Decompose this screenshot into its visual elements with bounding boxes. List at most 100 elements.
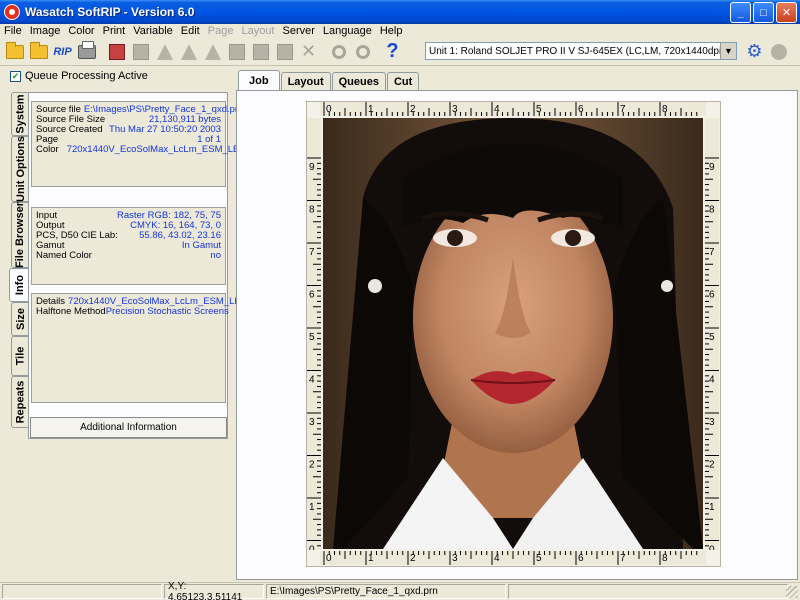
ruler-label: 0	[326, 553, 332, 564]
portrait-image	[323, 118, 703, 549]
rip-button[interactable]: RIP	[51, 40, 74, 63]
maximize-button[interactable]: □	[753, 2, 774, 23]
tab-repeats[interactable]: Repeats	[11, 376, 29, 428]
left-ruler: 9 8 7 6 5 4 3 2 1 0	[307, 118, 321, 550]
halftone-value: Precision Stochastic Screens	[105, 306, 229, 317]
menu-variable[interactable]: Variable	[133, 25, 173, 37]
tab-info[interactable]: Info	[9, 268, 30, 302]
gears-icon: ⚙	[746, 41, 763, 61]
ruler-label: 4	[309, 375, 315, 386]
print-button[interactable]	[75, 40, 98, 63]
delete-x-icon: ✕	[300, 41, 317, 61]
copy-button[interactable]	[273, 40, 296, 63]
open-folder-button[interactable]	[27, 40, 50, 63]
grid-icon	[108, 43, 125, 60]
tab-tile[interactable]: Tile	[11, 336, 29, 376]
rotate-left-button[interactable]	[153, 40, 176, 63]
unit-settings-button[interactable]: ⚙	[743, 40, 766, 63]
menu-page[interactable]: Page	[208, 25, 234, 37]
ruler-label: 1	[709, 502, 715, 513]
stop-button[interactable]	[767, 40, 790, 63]
queue-checkbox[interactable]: ✔	[10, 70, 21, 82]
delete-button[interactable]: ✕	[297, 40, 320, 63]
ruler-label: 7	[620, 553, 626, 564]
mirror-icon	[204, 43, 221, 60]
menu-layout[interactable]: Layout	[241, 25, 274, 37]
stop-icon	[770, 43, 787, 60]
window-title: Wasatch SoftRIP - Version 6.0	[25, 5, 195, 19]
help-button[interactable]: ?	[381, 40, 404, 63]
help-question-icon: ?	[386, 40, 399, 62]
ruler-label: 6	[578, 104, 584, 115]
tab-queues[interactable]: Queues	[331, 72, 386, 91]
ruler-label: 6	[309, 290, 315, 301]
queue-processing-toggle[interactable]: ✔ Queue Processing Active	[10, 70, 148, 82]
bottom-ruler: 0 1 2 3 4 5 6 7 8	[320, 551, 706, 565]
app-logo-icon[interactable]	[4, 4, 20, 20]
menu-print[interactable]: Print	[103, 25, 126, 37]
close-button[interactable]: ✕	[776, 2, 797, 23]
queue-label: Queue Processing Active	[25, 70, 148, 82]
tab-file-browser[interactable]: File Browser	[11, 202, 29, 268]
tab-cut[interactable]: Cut	[386, 72, 420, 91]
job-preview-image[interactable]	[323, 118, 703, 549]
ruler-label: 9	[709, 162, 715, 173]
printer-icon	[77, 40, 96, 59]
ruler-label: 2	[410, 104, 416, 115]
ruler-label: 8	[662, 553, 668, 564]
tab-size[interactable]: Size	[11, 302, 29, 336]
ruler-label: 5	[536, 104, 542, 115]
menu-server[interactable]: Server	[282, 25, 314, 37]
status-coordinates: X,Y: 4.65123,3.51141	[164, 581, 264, 600]
ruler-label: 8	[309, 205, 315, 216]
top-ruler: 0 1 2 3 4 5 6 7 8	[320, 102, 706, 116]
scale-button[interactable]	[249, 40, 272, 63]
folder-icon	[29, 41, 48, 59]
copy-icon	[276, 43, 293, 60]
printer-unit-select[interactable]: Unit 1: Roland SOLJET PRO II V SJ-645EX …	[425, 42, 737, 60]
layout-grid-button[interactable]	[105, 40, 128, 63]
crop-button[interactable]	[225, 40, 248, 63]
open-file-button[interactable]	[3, 40, 26, 63]
ruler-label: 0	[326, 104, 332, 115]
color-profile-value: 720x1440V_EcoSolMax_LcLm_ESM_LBV	[66, 144, 246, 155]
menu-language[interactable]: Language	[323, 25, 372, 37]
ruler-label: 3	[452, 104, 458, 115]
minimize-button[interactable]: _	[730, 2, 751, 23]
ruler-label: 5	[309, 332, 315, 343]
ruler-label: 0	[309, 545, 315, 551]
zoom-out-button[interactable]	[351, 40, 374, 63]
additional-information-button[interactable]: Additional Information	[30, 417, 227, 438]
status-file-path: E:\Images\PS\Pretty_Face_1_qxd.prn	[266, 584, 506, 599]
scale-icon	[252, 43, 269, 60]
tab-layout[interactable]: Layout	[280, 72, 331, 91]
title-bar: Wasatch SoftRIP - Version 6.0 _ □ ✕	[0, 0, 800, 24]
menu-help[interactable]: Help	[380, 25, 403, 37]
tab-unit-options[interactable]: Unit Options	[11, 136, 29, 202]
tab-system[interactable]: System	[11, 92, 29, 136]
ruler-label: 4	[494, 553, 500, 564]
zoom-in-button[interactable]	[327, 40, 350, 63]
ruler-label: 7	[620, 104, 626, 115]
page-icon	[132, 43, 149, 60]
main-tab-strip: Job Layout Queues Cut	[238, 70, 420, 91]
open-folder-icon	[5, 41, 24, 59]
resize-grip[interactable]	[786, 586, 798, 598]
chevron-down-icon[interactable]: ▼	[720, 43, 736, 59]
menu-file[interactable]: File	[4, 25, 22, 37]
mirror-button[interactable]	[201, 40, 224, 63]
rotate-left-icon	[156, 43, 173, 60]
ruler-label: 1	[368, 104, 374, 115]
printer-unit-value: Unit 1: Roland SOLJET PRO II V SJ-645EX …	[429, 45, 725, 57]
rip-icon: RIP	[53, 45, 72, 58]
ruler-label: 0	[709, 545, 715, 551]
menu-image[interactable]: Image	[30, 25, 61, 37]
status-empty-cell	[2, 584, 162, 599]
rotate-right-button[interactable]	[177, 40, 200, 63]
page-button[interactable]	[129, 40, 152, 63]
menu-edit[interactable]: Edit	[181, 25, 200, 37]
ruler-label: 2	[410, 553, 416, 564]
menu-color[interactable]: Color	[68, 25, 94, 37]
tab-job[interactable]: Job	[238, 70, 280, 91]
ruler-label: 4	[709, 375, 715, 386]
